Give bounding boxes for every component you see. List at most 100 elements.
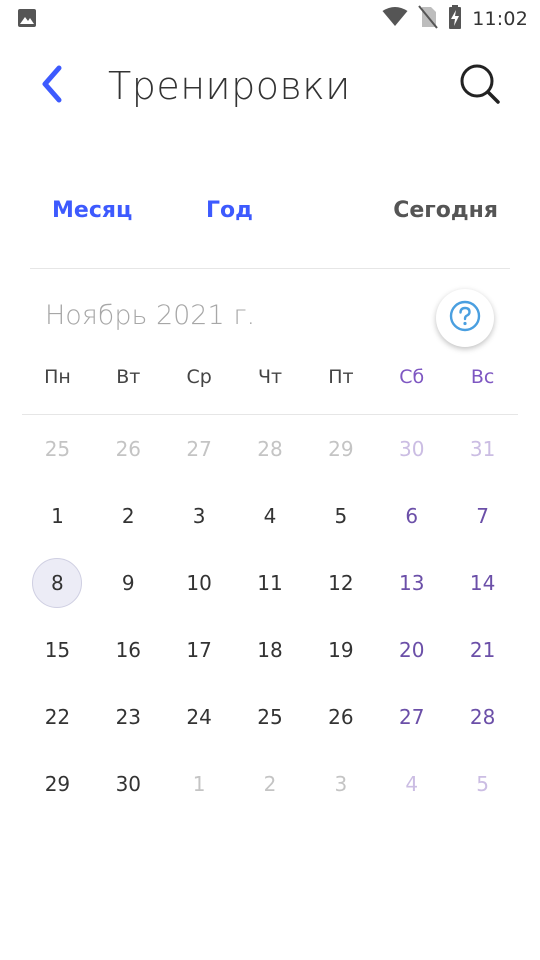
calendar-day-number: 2 (263, 771, 277, 796)
calendar-day[interactable]: 27 (164, 415, 235, 482)
divider (30, 268, 510, 269)
calendar-day[interactable]: 3 (164, 482, 235, 549)
calendar-day-number: 15 (44, 637, 71, 662)
calendar-day-number: 1 (51, 503, 64, 528)
calendar-day-number: 9 (121, 570, 135, 595)
calendar-day[interactable]: 28 (235, 415, 306, 482)
calendar-day[interactable]: 25 (235, 683, 306, 750)
calendar-week-row: 25 26 27 28 29 30 31 (22, 415, 518, 482)
calendar-day-number: 25 (257, 704, 283, 729)
month-title: Ноябрь 2021 г. (45, 300, 256, 331)
calendar-day[interactable]: 3 (305, 750, 376, 817)
calendar-day[interactable]: 17 (164, 616, 235, 683)
app-bar: Тренировки (0, 38, 540, 134)
calendar-day-number: 5 (334, 503, 348, 528)
calendar-day-number: 13 (399, 570, 425, 595)
calendar-day-number: 30 (399, 436, 425, 461)
calendar-day[interactable]: 31 (447, 415, 518, 482)
calendar-day[interactable]: 5 (447, 750, 518, 817)
calendar-day-number: 23 (115, 704, 142, 729)
wifi-icon (382, 7, 408, 31)
calendar-day[interactable]: 26 (305, 683, 376, 750)
image-icon (17, 8, 37, 28)
calendar-day-number: 11 (257, 570, 283, 595)
calendar-day[interactable]: 30 (93, 750, 164, 817)
calendar-day-number: 4 (405, 771, 419, 796)
calendar-day[interactable]: 13 (376, 549, 447, 616)
page-title: Тренировки (108, 64, 351, 108)
calendar-day-number: 3 (192, 503, 206, 528)
help-circle-icon (449, 300, 481, 336)
calendar-day[interactable]: 15 (22, 616, 93, 683)
calendar-week-row: 29 30 1 2 3 4 5 (22, 750, 518, 817)
calendar-day-number: 16 (115, 637, 142, 662)
calendar-day[interactable]: 6 (376, 482, 447, 549)
calendar-day[interactable]: 7 (447, 482, 518, 549)
calendar-day[interactable]: 19 (305, 616, 376, 683)
no-sim-icon (418, 5, 439, 33)
calendar-day-number: 4 (263, 503, 277, 528)
calendar-day[interactable]: 1 (22, 482, 93, 549)
calendar-day-number: 28 (257, 436, 283, 461)
calendar-day[interactable]: 2 (235, 750, 306, 817)
calendar-day[interactable]: 9 (93, 549, 164, 616)
calendar-day[interactable]: 24 (164, 683, 235, 750)
tab-year[interactable]: Год (206, 198, 253, 223)
calendar-day[interactable]: 23 (93, 683, 164, 750)
status-time: 11:02 (472, 8, 528, 30)
weekday-label: Пт (328, 366, 354, 388)
calendar-day-number: 30 (115, 771, 142, 796)
calendar-day-today[interactable]: 8 (22, 549, 93, 616)
calendar-day[interactable]: 20 (376, 616, 447, 683)
calendar-day[interactable]: 21 (447, 616, 518, 683)
calendar-day[interactable]: 27 (376, 683, 447, 750)
calendar-day-number: 14 (469, 570, 496, 595)
calendar-day-number: 26 (328, 704, 354, 729)
calendar-day-number: 12 (328, 570, 354, 595)
calendar-day-number: 25 (44, 436, 71, 461)
calendar-day[interactable]: 29 (305, 415, 376, 482)
search-button[interactable] (456, 62, 504, 110)
search-icon (459, 63, 501, 109)
weekday-header: Пн Вт Ср Чт Пт Сб Вс (22, 366, 518, 388)
calendar-day-number: 2 (121, 503, 135, 528)
calendar-day[interactable]: 25 (22, 415, 93, 482)
calendar-day-number: 10 (186, 570, 212, 595)
today-button[interactable]: Сегодня (393, 198, 498, 223)
calendar-day-number: 28 (469, 704, 496, 729)
calendar-day-number: 3 (334, 771, 348, 796)
calendar-day[interactable]: 4 (376, 750, 447, 817)
calendar-day[interactable]: 26 (93, 415, 164, 482)
calendar-day-number: 24 (186, 704, 212, 729)
tab-month[interactable]: Месяц (52, 198, 132, 223)
calendar-day-number: 21 (469, 637, 496, 662)
weekday-label: Чт (257, 366, 283, 388)
calendar-day-number: 6 (405, 503, 419, 528)
calendar-day[interactable]: 11 (235, 549, 306, 616)
calendar-day[interactable]: 12 (305, 549, 376, 616)
back-arrow-icon (37, 64, 67, 108)
calendar-day[interactable]: 10 (164, 549, 235, 616)
calendar-day[interactable]: 1 (164, 750, 235, 817)
calendar-day[interactable]: 30 (376, 415, 447, 482)
calendar-day[interactable]: 2 (93, 482, 164, 549)
calendar-day[interactable]: 16 (93, 616, 164, 683)
calendar-day[interactable]: 29 (22, 750, 93, 817)
calendar-day-number: 1 (192, 771, 206, 796)
calendar-day-number: 17 (186, 637, 212, 662)
status-icons: 11:02 (382, 5, 528, 33)
calendar-day[interactable]: 14 (447, 549, 518, 616)
calendar-day[interactable]: 5 (305, 482, 376, 549)
calendar-grid: 25 26 27 28 29 30 31 1 2 3 4 5 6 7 8 9 10 11 12 13 14 15 16 17 1… (22, 415, 518, 817)
calendar-day-number: 20 (399, 637, 425, 662)
calendar-day[interactable]: 18 (235, 616, 306, 683)
calendar-day[interactable]: 4 (235, 482, 306, 549)
help-button[interactable] (436, 289, 494, 347)
calendar-day[interactable]: 28 (447, 683, 518, 750)
weekday-label-weekend: Сб (399, 366, 425, 388)
weekday-label: Вт (116, 366, 141, 388)
back-button[interactable] (28, 58, 76, 114)
calendar-day[interactable]: 22 (22, 683, 93, 750)
calendar-day-number: 27 (399, 704, 425, 729)
calendar-day-number: 8 (32, 557, 83, 608)
